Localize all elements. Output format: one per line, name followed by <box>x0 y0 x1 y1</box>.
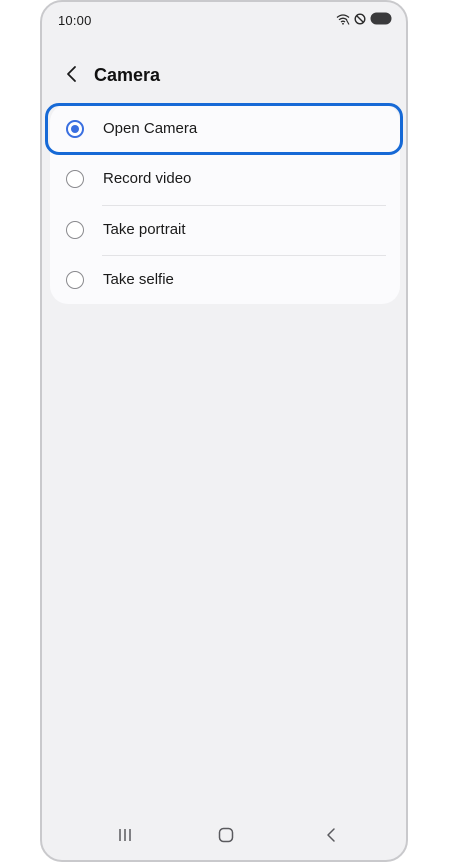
option-label: Record video <box>103 170 192 187</box>
back-icon <box>325 827 337 848</box>
navigation-bar <box>42 814 406 860</box>
phone-screen: 10:00 Camera Open Camera Record video Ta… <box>40 0 408 862</box>
options-card: Open Camera Record video Take portrait T… <box>50 104 400 304</box>
app-bar: Camera <box>42 58 406 94</box>
back-button[interactable] <box>60 64 84 88</box>
page-title: Camera <box>94 65 161 85</box>
home-icon <box>218 827 234 848</box>
do-not-disturb-icon <box>354 12 366 25</box>
radio-button-selected[interactable] <box>66 120 84 138</box>
status-bar: 10:00 <box>42 2 406 40</box>
option-take-portrait[interactable]: Take portrait <box>50 205 400 255</box>
option-label: Take selfie <box>103 271 174 288</box>
option-open-camera[interactable]: Open Camera <box>50 104 400 154</box>
radio-button[interactable] <box>66 170 84 188</box>
home-button[interactable] <box>213 824 239 850</box>
option-record-video[interactable]: Record video <box>50 154 400 204</box>
nav-back-button[interactable] <box>318 824 344 850</box>
battery-icon <box>370 12 392 25</box>
chevron-left-icon <box>65 64 79 89</box>
wifi-calling-icon <box>336 13 350 25</box>
status-icons <box>336 12 392 25</box>
radio-button[interactable] <box>66 221 84 239</box>
recent-apps-icon <box>117 827 133 848</box>
radio-button[interactable] <box>66 271 84 289</box>
option-label: Take portrait <box>103 221 186 238</box>
recent-apps-button[interactable] <box>112 824 138 850</box>
option-take-selfie[interactable]: Take selfie <box>50 255 400 305</box>
option-label: Open Camera <box>103 120 198 137</box>
status-time: 10:00 <box>58 13 92 28</box>
